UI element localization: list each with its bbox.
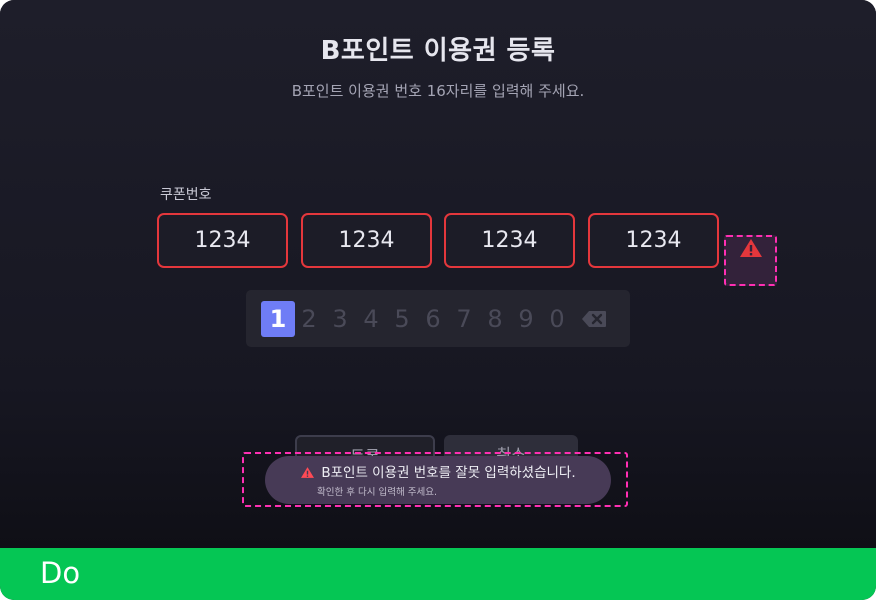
screen-frame: B포인트 이용권 등록 B포인트 이용권 번호 16자리를 입력해 주세요. 쿠…: [0, 0, 876, 600]
key-8[interactable]: 8: [478, 301, 512, 337]
key-1[interactable]: 1: [261, 301, 295, 337]
code-input-1[interactable]: 1234: [157, 213, 288, 268]
key-7[interactable]: 7: [447, 301, 481, 337]
page-title: B포인트 이용권 등록: [320, 36, 556, 66]
toast-highlight: [242, 452, 628, 507]
backspace-key[interactable]: [577, 301, 611, 337]
key-0[interactable]: 0: [540, 301, 574, 337]
backspace-icon: [582, 311, 606, 327]
code-input-3[interactable]: 1234: [444, 213, 575, 268]
key-4[interactable]: 4: [354, 301, 388, 337]
key-9[interactable]: 9: [509, 301, 543, 337]
key-3[interactable]: 3: [323, 301, 357, 337]
number-keypad: 1 2 3 4 5 6 7 8 9 0: [246, 290, 630, 347]
do-label: Do: [40, 556, 81, 590]
warning-icon: [739, 239, 762, 257]
coupon-number-label: 쿠폰번호: [160, 187, 212, 203]
key-2[interactable]: 2: [292, 301, 326, 337]
code-input-2[interactable]: 1234: [301, 213, 432, 268]
do-banner: [0, 548, 876, 600]
page-subtitle: B포인트 이용권 번호 16자리를 입력해 주세요.: [291, 82, 585, 100]
key-6[interactable]: 6: [416, 301, 450, 337]
error-indicator-highlight: [724, 235, 777, 286]
tv-screen: B포인트 이용권 등록 B포인트 이용권 번호 16자리를 입력해 주세요. 쿠…: [0, 0, 876, 548]
key-5[interactable]: 5: [385, 301, 419, 337]
code-input-4[interactable]: 1234: [588, 213, 719, 268]
